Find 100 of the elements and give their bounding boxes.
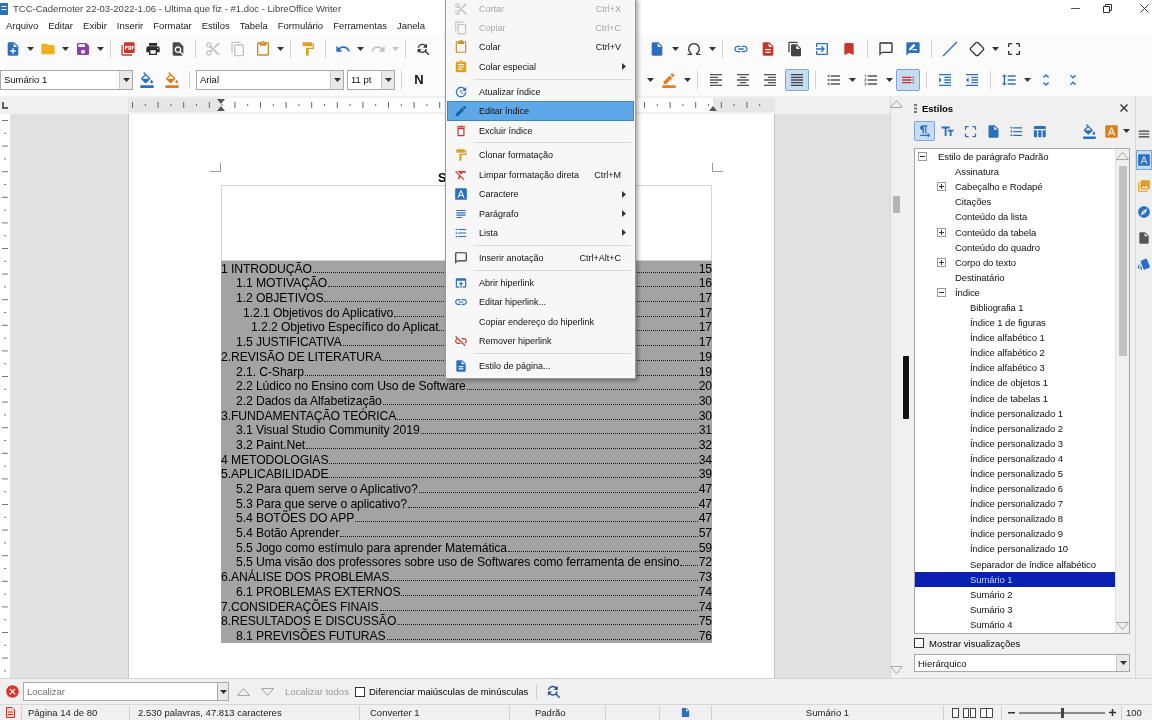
menu-item[interactable]: Excluir índice [447, 120, 634, 141]
menu-item[interactable]: Estilo de página... [447, 356, 634, 376]
caret-icon[interactable] [1024, 77, 1031, 82]
styles-tab[interactable] [1136, 150, 1152, 170]
document-status-icon[interactable] [6, 707, 15, 718]
menu-item[interactable]: Copiar endereço do hiperlink [447, 311, 634, 332]
scrollbar[interactable] [1115, 149, 1129, 633]
filter-dropdown[interactable]: Hierárquico [914, 654, 1130, 672]
style-list-item[interactable]: Estilo de parágrafo Padrão [915, 149, 1115, 165]
menu-bar-item[interactable]: Exibir [78, 17, 112, 34]
caret-icon[interactable] [647, 77, 654, 82]
style-list-item[interactable]: Cabeçalho e Rodapé [915, 179, 1115, 195]
paragraph-style-field[interactable]: Sumário 1 [0, 69, 133, 90]
style-list-item[interactable]: Índice personalizado 4 [915, 450, 1115, 466]
outline-button[interactable] [896, 68, 920, 91]
style-list-item[interactable]: Sumário 1 [915, 571, 1115, 587]
paragraph-styles-button[interactable] [914, 121, 935, 141]
menu-item[interactable]: Atualizar índice [447, 82, 634, 102]
style-list-item[interactable]: Índice 1 de figuras [915, 315, 1115, 331]
menu-item[interactable]: Parágrafo [447, 203, 634, 224]
caret-icon[interactable] [886, 77, 893, 82]
page-style[interactable]: Converter 1 [370, 707, 420, 718]
menu-item[interactable]: Remover hiperlink [447, 331, 634, 351]
menu-item[interactable]: Colar especial [447, 57, 634, 77]
find-replace-button[interactable] [545, 683, 563, 700]
style-list-item[interactable]: Índice personalizado 7 [915, 496, 1115, 512]
menu-item[interactable]: Lista [447, 223, 634, 243]
menu-item[interactable]: Limpar formatação direta Ctrl+M [447, 165, 634, 185]
dropdown-button[interactable] [381, 70, 394, 89]
checkbox[interactable] [914, 638, 924, 648]
menu-item[interactable]: Caractere [447, 184, 634, 204]
style-list-item[interactable]: Índice personalizado 5 [915, 465, 1115, 482]
justify-button[interactable] [785, 68, 809, 91]
zoom-slider-thumb[interactable] [1060, 707, 1064, 718]
caret-icon[interactable] [97, 46, 104, 51]
sidebar-handle[interactable] [903, 355, 909, 419]
two-page-view-icon[interactable] [963, 707, 976, 718]
style-list-item[interactable]: Índice personalizado 10 [915, 541, 1115, 557]
style-list-item[interactable]: Sumário 2 [915, 586, 1115, 602]
style-list-item[interactable]: Índice personalizado 8 [915, 511, 1115, 527]
dropdown-button[interactable] [217, 682, 229, 701]
style-list-item[interactable]: Índice alfabético 3 [915, 360, 1115, 376]
style-list-item[interactable]: Índice personalizado 2 [915, 420, 1115, 436]
style-list-item[interactable]: Índice [915, 284, 1115, 300]
menu-bar-item[interactable]: Editar [43, 17, 79, 34]
font-name-field[interactable]: Arial [196, 69, 344, 90]
dropdown-button[interactable] [330, 70, 343, 89]
style-list-item[interactable]: Sumário 4 [915, 616, 1115, 632]
plus-icon[interactable] [1108, 709, 1116, 716]
expand-icon[interactable] [937, 227, 946, 237]
menu-item[interactable]: Abrir hiperlink [447, 273, 634, 293]
style-list-item[interactable]: Índice de tabelas 1 [915, 390, 1115, 406]
style-list-item[interactable]: Corpo do texto [915, 254, 1115, 270]
caret-icon[interactable] [709, 46, 716, 51]
style-list-item[interactable]: Destinatário [915, 269, 1115, 285]
caret-icon[interactable] [62, 46, 69, 51]
style-list-item[interactable]: Citações [915, 194, 1115, 210]
style-list-item[interactable]: Conteúdo da lista [915, 209, 1115, 225]
menu-bar-item[interactable]: Tabela [234, 17, 273, 34]
menu-item[interactable]: Inserir anotação Ctrl+Alt+C [447, 248, 634, 268]
caret-icon[interactable] [1123, 129, 1130, 133]
style-list-item[interactable]: Assinatura [915, 164, 1115, 180]
menu-item[interactable]: Editar índice [447, 101, 634, 121]
style-list-item[interactable]: Índice alfabético 2 [915, 345, 1115, 361]
zoom-value[interactable]: 100 [1126, 707, 1142, 718]
caret-icon[interactable] [684, 77, 691, 82]
checkbox-label[interactable]: Diferenciar maiúsculas de minúsculas [368, 686, 529, 697]
find-field[interactable]: Localizar [23, 682, 217, 701]
caret-icon[interactable] [849, 77, 856, 82]
menu-bar-item[interactable]: Inserir [111, 17, 149, 34]
language[interactable]: Padrão [535, 707, 566, 718]
expand-icon[interactable] [937, 182, 946, 192]
bold-button[interactable]: N [408, 68, 430, 91]
caret-icon[interactable] [277, 46, 284, 51]
style-list-item[interactable]: Sumário 3 [915, 601, 1115, 617]
style-list-item[interactable]: Conteúdo do quadro [915, 239, 1115, 255]
menu-bar-item[interactable]: Estilos [196, 17, 235, 34]
dropdown-button[interactable] [1116, 655, 1129, 671]
font-size-field[interactable]: 11 pt [347, 69, 395, 90]
single-page-view-icon[interactable] [952, 707, 959, 718]
collapse-icon[interactable] [937, 287, 946, 297]
checkbox-label[interactable]: Mostrar visualizações [929, 637, 1021, 649]
scrollbar-thumb[interactable] [893, 196, 900, 213]
grip-icon[interactable] [914, 103, 917, 113]
menu-bar-item[interactable]: Ferramentas [328, 17, 392, 34]
checkbox[interactable] [354, 686, 365, 697]
caret-icon[interactable] [27, 46, 34, 51]
collapse-icon[interactable] [918, 152, 927, 162]
caret-icon[interactable] [357, 46, 364, 51]
style-list-item[interactable]: Índice de objetos 1 [915, 375, 1115, 391]
style-list-item[interactable]: Índice personalizado 6 [915, 481, 1115, 497]
menu-bar-item[interactable]: Formulário [272, 17, 329, 34]
style-list-item[interactable]: Índice alfabético 1 [915, 330, 1115, 346]
menu-bar-item[interactable]: Janela [392, 17, 430, 34]
close-button[interactable] [1118, 102, 1130, 114]
style-list-item[interactable]: Bibliografia 1 [915, 299, 1115, 316]
scrollbar[interactable] [890, 96, 902, 678]
book-view-icon[interactable] [980, 707, 993, 718]
menu-item[interactable]: Editar hiperlink... [447, 292, 634, 312]
style-list-item[interactable]: Índice personalizado 1 [915, 405, 1115, 421]
